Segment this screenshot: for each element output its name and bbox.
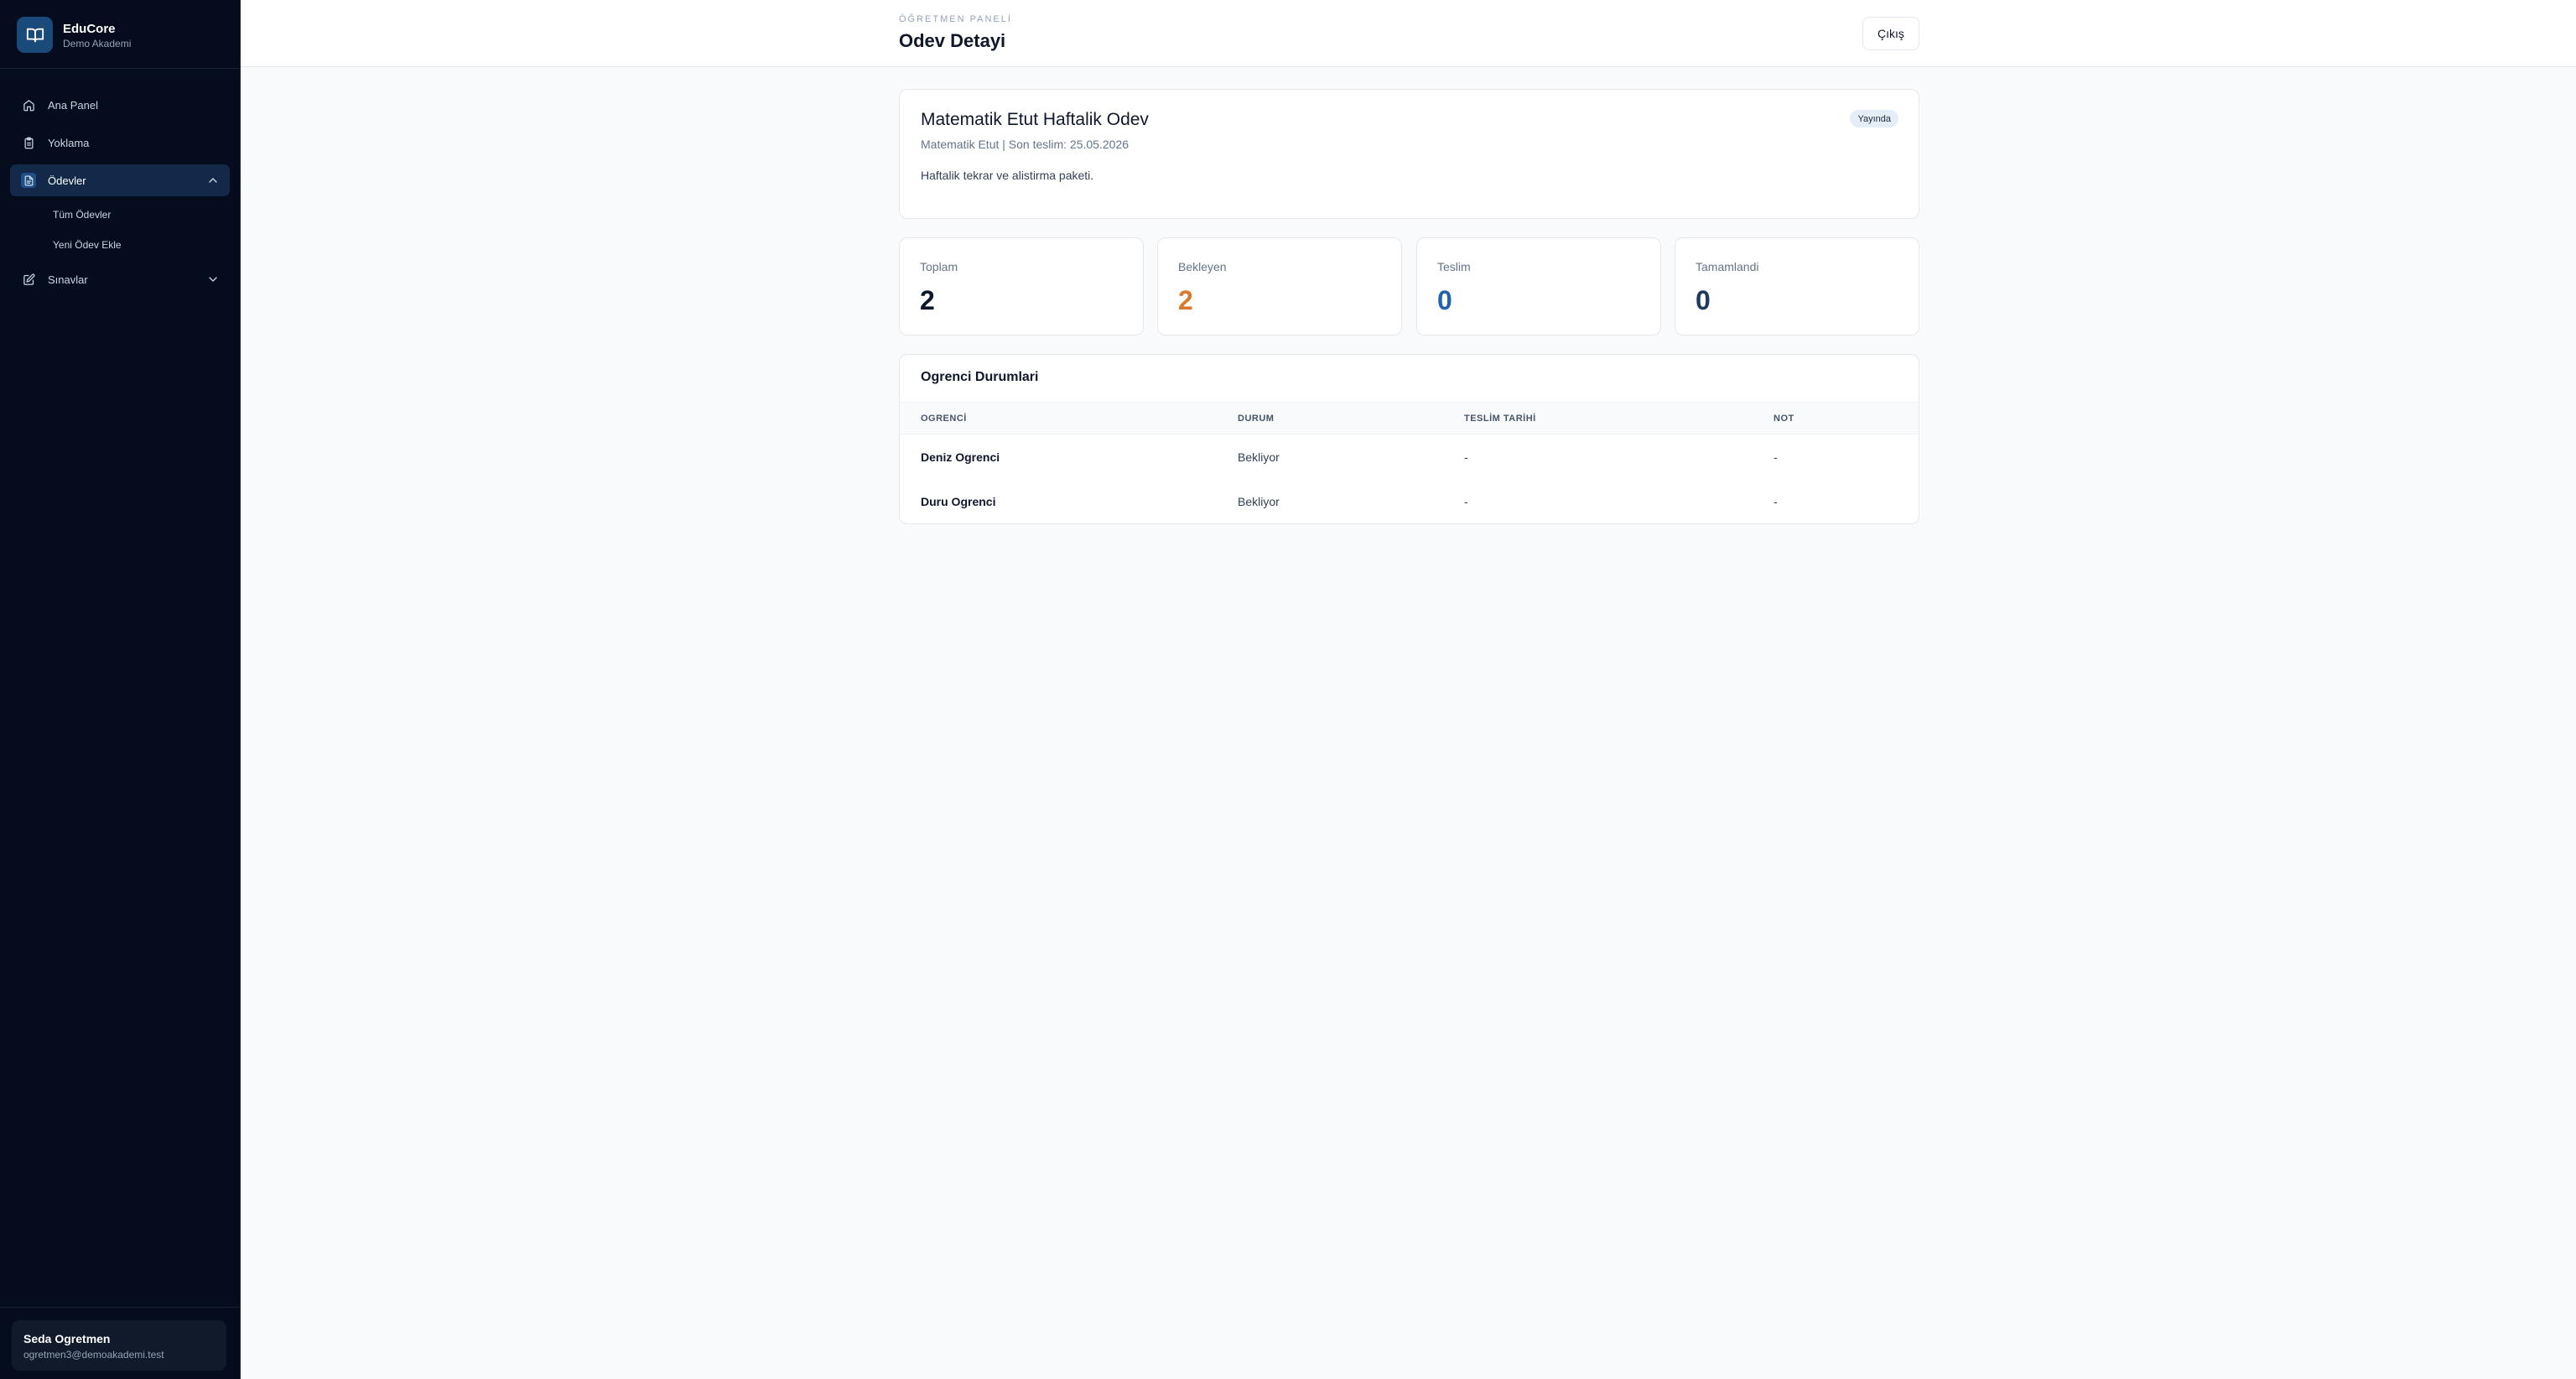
sidebar-item-odevler[interactable]: Ödevler — [10, 164, 230, 196]
assignment-description: Haftalik tekrar ve alistirma paketi. — [921, 169, 1094, 182]
stat-value: 0 — [1696, 285, 1711, 315]
stat-card-tamamlandi: Tamamlandi 0 — [1675, 237, 1919, 336]
stat-card-bekleyen: Bekleyen 2 — [1157, 237, 1402, 336]
user-card[interactable]: Seda Ogretmen ogretmen3@demoakademi.test — [12, 1320, 226, 1371]
grade: - — [1774, 450, 1778, 464]
sidebar-item-sinavlar[interactable]: Sınavlar — [10, 263, 230, 295]
student-name: Deniz Ogrenci — [921, 450, 1000, 464]
sidebar-item-label: Ana Panel — [48, 98, 98, 112]
student-status-table: Ogrenci Durumlari OGRENCİ DURUM TESLİM T… — [899, 354, 1919, 524]
brand-name: EduCore — [63, 22, 116, 36]
column-header-teslim-tarihi: TESLİM TARİHİ — [1464, 414, 1536, 424]
brand: EduCore Demo Akademi — [0, 0, 240, 69]
sidebar-item-label: Sınavlar — [48, 273, 88, 286]
stat-card-toplam: Toplam 2 — [899, 237, 1144, 336]
user-email: ogretmen3@demoakademi.test — [23, 1349, 164, 1361]
stat-card-teslim: Teslim 0 — [1416, 237, 1661, 336]
chevron-down-icon[interactable] — [206, 273, 220, 286]
stat-label: Bekleyen — [1178, 260, 1227, 273]
sidebar-item-ana-panel[interactable]: Ana Panel — [10, 89, 230, 121]
sidebar-subitem-yeni-odev-ekle[interactable]: Yeni Ödev Ekle — [53, 239, 122, 251]
page-title: Odev Detayi — [899, 30, 1006, 51]
stat-label: Teslim — [1437, 260, 1471, 273]
sidebar-divider — [0, 1307, 240, 1308]
assignment-meta: Matematik Etut | Son teslim: 25.05.2026 — [921, 138, 1129, 151]
table-title: Ogrenci Durumlari — [921, 370, 1039, 384]
clipboard-icon — [21, 135, 36, 150]
book-icon — [17, 17, 53, 53]
home-icon — [21, 97, 36, 112]
stat-label: Toplam — [920, 260, 958, 273]
sidebar-item-label: Yoklama — [48, 136, 90, 149]
table-row: Duru Ogrenci Bekliyor - - — [900, 480, 1919, 523]
student-status: Bekliyor — [1238, 495, 1280, 508]
submission-date: - — [1464, 450, 1468, 464]
chevron-up-icon[interactable] — [206, 174, 220, 187]
logout-button[interactable]: Çıkış — [1862, 17, 1919, 50]
assignment-title: Matematik Etut Haftalik Odev — [921, 110, 1149, 129]
user-name: Seda Ogretmen — [23, 1332, 111, 1345]
assignment-card: Matematik Etut Haftalik Odev Matematik E… — [899, 89, 1919, 219]
sidebar: EduCore Demo Akademi Ana Panel Yoklama Ö… — [0, 0, 241, 1379]
header: ÖĞRETMEN PANELİ Odev Detayi Çıkış — [241, 0, 2576, 67]
document-icon — [21, 173, 36, 188]
stat-value: 0 — [1437, 285, 1452, 315]
sidebar-item-yoklama[interactable]: Yoklama — [10, 127, 230, 159]
table-row: Deniz Ogrenci Bekliyor - - — [900, 435, 1919, 479]
column-header-ogrenci: OGRENCİ — [921, 414, 967, 424]
submission-date: - — [1464, 495, 1468, 508]
sidebar-subitem-tum-odevler[interactable]: Tüm Ödevler — [53, 209, 111, 221]
stat-value: 2 — [1178, 285, 1193, 315]
student-status: Bekliyor — [1238, 450, 1280, 464]
sidebar-item-label: Ödevler — [48, 174, 86, 187]
stat-value: 2 — [920, 285, 935, 315]
student-name: Duru Ogrenci — [921, 495, 996, 508]
grade: - — [1774, 495, 1778, 508]
edit-icon — [21, 272, 36, 287]
stat-label: Tamamlandi — [1696, 260, 1759, 273]
column-header-durum: DURUM — [1238, 414, 1275, 424]
brand-subtitle: Demo Akademi — [63, 38, 132, 49]
panel-eyebrow: ÖĞRETMEN PANELİ — [899, 14, 1012, 24]
status-badge: Yayında — [1850, 110, 1898, 127]
column-header-not: NOT — [1774, 414, 1794, 424]
table-header: OGRENCİ DURUM TESLİM TARİHİ NOT — [900, 402, 1919, 435]
